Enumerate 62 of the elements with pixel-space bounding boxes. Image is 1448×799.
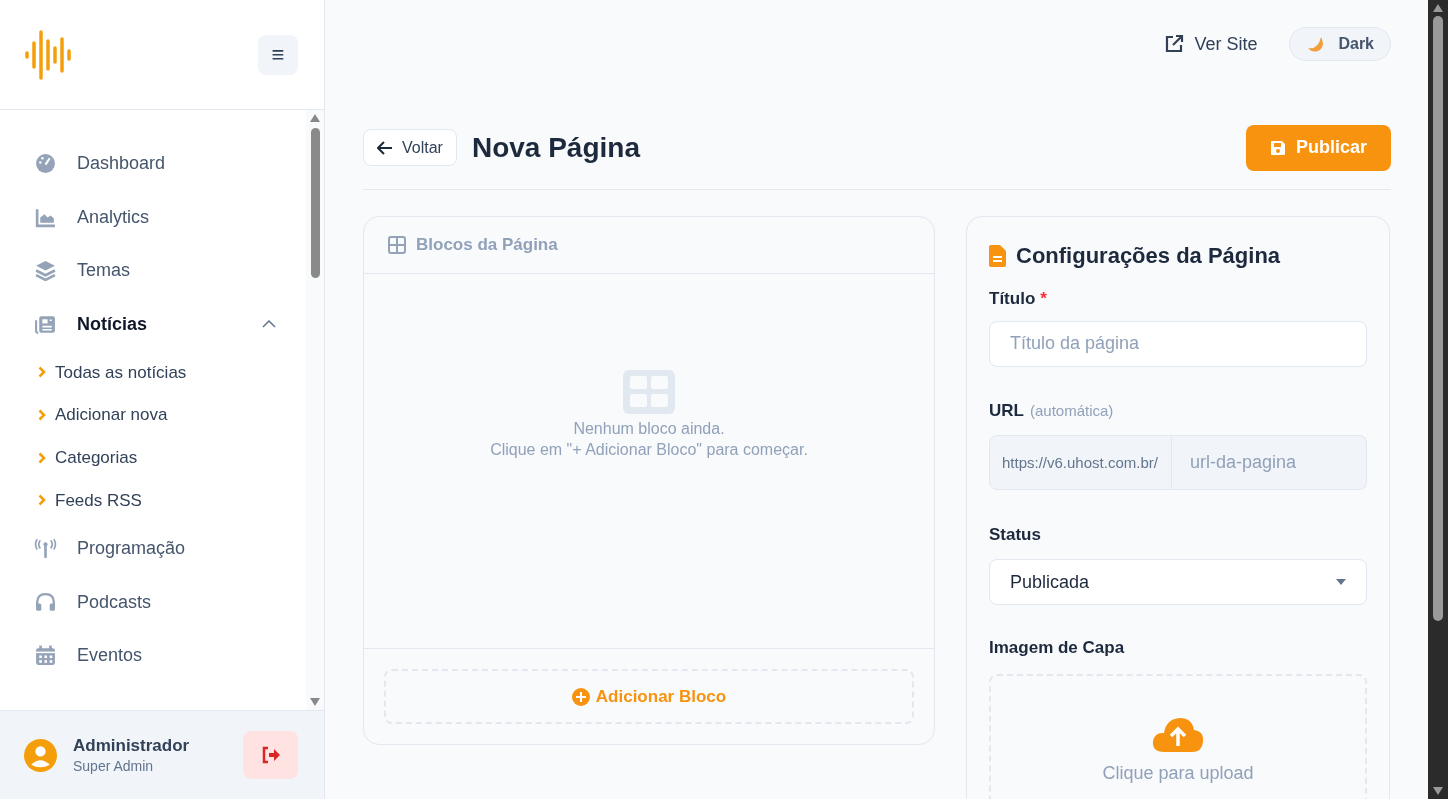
gauge-icon	[34, 153, 57, 175]
field-label: Título	[989, 288, 1036, 310]
nav-item[interactable]: Notícias	[34, 297, 282, 351]
nav-subitem[interactable]: Categorias	[38, 436, 282, 480]
nav-item[interactable]: Temas	[34, 244, 282, 298]
chevron-right-icon	[38, 366, 46, 379]
grid-icon	[388, 236, 406, 254]
panel-title: Configurações da Página	[1016, 242, 1281, 270]
status-select[interactable]: Publicada	[989, 558, 1367, 606]
calendar-icon	[34, 645, 57, 666]
field-label: Imagem de Capa	[989, 637, 1126, 660]
scroll-up-icon[interactable]	[310, 114, 320, 122]
required-mark: *	[1040, 288, 1047, 310]
menu-button[interactable]: ≡	[258, 34, 298, 75]
external-link-icon	[1164, 34, 1185, 54]
nav-item[interactable]: Dashboard	[34, 137, 282, 191]
page-scrollbar[interactable]	[1428, 0, 1448, 799]
scroll-down-icon[interactable]	[1433, 787, 1443, 795]
nav-subitem[interactable]: Adicionar nova	[38, 393, 282, 437]
cloud-upload-icon	[1152, 715, 1204, 752]
caret-icon	[1336, 579, 1346, 586]
nav-item[interactable]: Programação	[34, 521, 282, 576]
chevron-right-icon	[38, 494, 46, 507]
scrollbar[interactable]	[306, 110, 324, 710]
field-label: Status	[989, 524, 1042, 547]
document-icon	[989, 244, 1006, 267]
nav-subitem[interactable]: Feeds RSS	[38, 479, 282, 522]
save-icon	[1269, 139, 1286, 156]
logout-button[interactable]	[243, 731, 298, 779]
scroll-up-icon[interactable]	[1433, 4, 1443, 12]
scrollbar-thumb[interactable]	[310, 128, 320, 278]
url-input[interactable]: url-da-pagina	[1171, 435, 1367, 491]
user-avatar-icon	[24, 738, 57, 772]
layers-icon	[34, 260, 57, 282]
theme-toggle[interactable]: Dark	[1289, 27, 1391, 61]
field-label: URL	[989, 399, 1024, 422]
chevron-right-icon	[38, 451, 46, 464]
panel-title: Blocos da Página	[416, 234, 558, 257]
back-button[interactable]: Voltar	[363, 129, 457, 166]
headphones-icon	[34, 591, 57, 613]
url-prefix: https://v6.uhost.com.br/	[989, 435, 1172, 491]
chevron-right-icon	[38, 409, 46, 422]
antenna-icon	[34, 538, 57, 559]
area-chart-icon	[34, 206, 57, 228]
view-site-link[interactable]: Ver Site	[1164, 30, 1258, 58]
nav-item[interactable]: Analytics	[34, 190, 282, 244]
user-name: Administrador	[73, 735, 191, 757]
upload-text: Clique para upload	[1102, 761, 1254, 785]
arrow-left-icon	[377, 140, 393, 155]
newspaper-icon	[34, 313, 57, 335]
plus-circle-icon	[571, 687, 590, 706]
nav-subitem[interactable]: Todas as notícias	[38, 351, 282, 394]
nav-item[interactable]: Podcasts	[34, 575, 282, 629]
scroll-down-icon[interactable]	[310, 698, 320, 706]
user-role: Super Admin	[73, 757, 155, 775]
nav-item[interactable]: Eventos	[34, 628, 282, 683]
field-hint: (automática)	[1029, 400, 1114, 421]
empty-state-message: Nenhum bloco ainda. Clique em "+ Adicionar Bloco" para começar.	[490, 419, 808, 460]
logout-icon	[260, 746, 281, 764]
page-title: Nova Página	[471, 130, 640, 165]
title-input[interactable]: Título da página	[989, 320, 1367, 367]
scrollbar-thumb[interactable]	[1433, 16, 1443, 621]
